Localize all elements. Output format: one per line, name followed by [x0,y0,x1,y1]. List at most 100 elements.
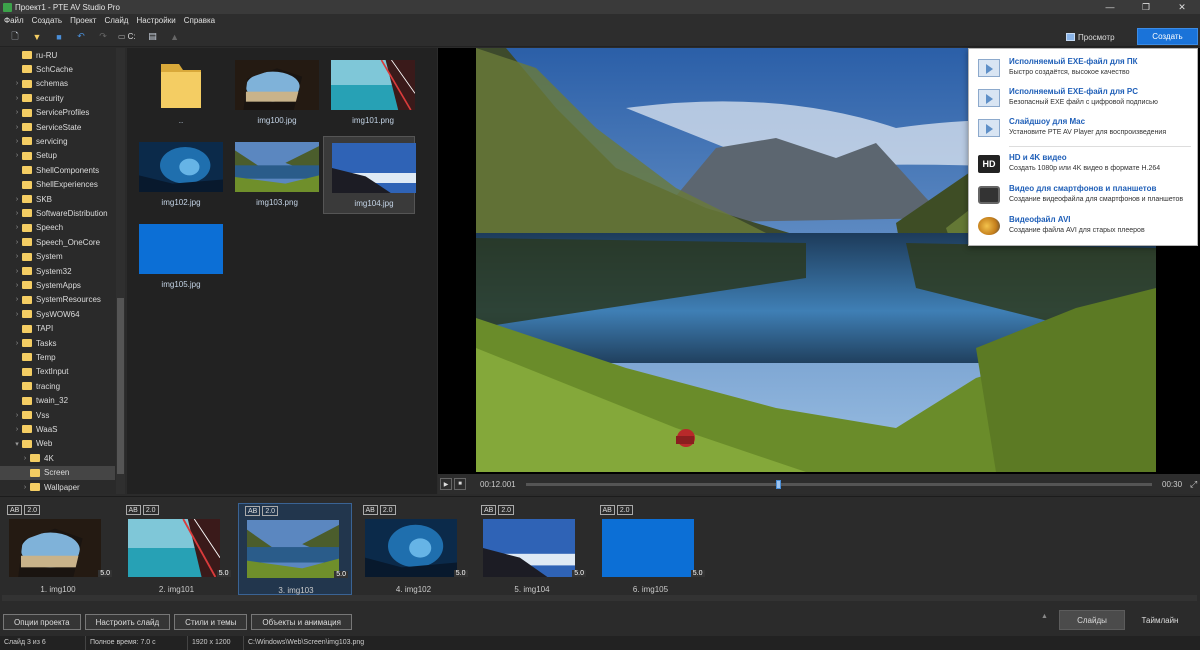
expand-arrow-icon[interactable]: › [12,80,22,87]
expand-arrow-icon[interactable]: › [12,340,22,347]
undo-icon[interactable]: ↶ [74,30,88,44]
slide-item[interactable]: AB 2.0 5.0 1. img100 [1,503,115,595]
minimize-button[interactable]: — [1092,0,1128,14]
file-item[interactable]: img104.jpg [323,136,416,214]
transition-badge[interactable]: 2.0 [24,505,41,515]
create-menu-item[interactable]: Исполняемый EXE-файл для ПК Быстро создаё… [969,53,1199,83]
slide-duration[interactable]: 5.0 [572,570,586,577]
tree-item[interactable]: › security [0,91,115,105]
create-button[interactable]: Создать [1137,28,1198,45]
create-menu-item[interactable]: HD HD и 4K видео Создать 1080p или 4K виде… [969,149,1199,179]
project-options-button[interactable]: Опции проекта [3,614,81,630]
menu-help[interactable]: Справка [184,16,215,25]
expand-arrow-icon[interactable]: › [12,282,22,289]
ab-badge[interactable]: AB [599,505,615,515]
slide-item[interactable]: AB 2.0 5.0 2. img101 [120,503,234,595]
expand-arrow-icon[interactable]: › [12,253,22,260]
transition-badge[interactable]: 2.0 [616,505,633,515]
tree-item[interactable]: › Setup [0,149,115,163]
tree-item[interactable]: › ServiceState [0,120,115,134]
slide-duration[interactable]: 5.0 [334,571,348,578]
slide-item[interactable]: AB 2.0 5.0 5. img104 [475,503,589,595]
preview-button[interactable]: Просмотр [1066,30,1130,44]
transition-badge[interactable]: 2.0 [142,505,159,515]
tree-item[interactable]: twain_32 [0,394,115,408]
ab-badge[interactable]: AB [362,505,378,515]
menu-create[interactable]: Создать [32,16,62,25]
tree-item[interactable]: › Vss [0,408,115,422]
expand-arrow-icon[interactable]: › [12,311,22,318]
create-menu-item[interactable]: Исполняемый EXE-файл для PC Безопасный EX… [969,83,1199,113]
view-mode-icon[interactable]: ▤ [146,30,160,44]
menu-settings[interactable]: Настройки [136,16,175,25]
tree-item[interactable]: › Wallpaper [0,480,115,494]
tree-item[interactable]: TextInput [0,365,115,379]
tree-scroll-thumb[interactable] [117,298,124,474]
redo-icon[interactable]: ↷ [96,30,110,44]
close-button[interactable]: ✕ [1164,0,1200,14]
seek-bar[interactable] [526,479,1152,489]
tree-scrollbar[interactable] [116,48,125,494]
tree-item[interactable]: Temp [0,350,115,364]
tree-item[interactable]: › ServiceProfiles [0,106,115,120]
up-arrow-icon[interactable]: ▲ [168,30,182,44]
tree-item[interactable]: › Speech_OneCore [0,235,115,249]
tree-item[interactable]: › SKB [0,192,115,206]
stop-button[interactable]: ■ [454,478,466,490]
tree-item[interactable]: ShellExperiences [0,178,115,192]
transition-badge[interactable]: 2.0 [262,506,279,516]
ab-badge[interactable]: AB [481,505,497,515]
slide-item[interactable]: AB 2.0 5.0 4. img102 [357,503,471,595]
slide-item[interactable]: AB 2.0 5.0 6. img105 [594,503,708,595]
tree-item[interactable]: Screen [0,465,115,480]
expand-arrow-icon[interactable]: › [20,484,30,491]
slide-options-button[interactable]: Настроить слайд [84,614,171,630]
ab-badge[interactable]: AB [125,505,141,515]
slide-duration[interactable]: 5.0 [453,570,468,577]
tree-item[interactable]: › System [0,250,115,264]
expand-arrow-icon[interactable]: › [12,296,22,303]
expand-arrow-icon[interactable]: › [12,224,22,231]
tree-item[interactable]: ▾ Web [0,437,115,451]
expand-arrow-icon[interactable]: › [12,268,22,275]
expand-arrow-icon[interactable]: › [12,152,22,159]
tree-item[interactable]: ShellComponents [0,163,115,177]
new-file-icon[interactable]: 🗋 [8,30,22,44]
menu-file[interactable]: Файл [4,16,24,25]
slide-duration[interactable]: 5.0 [216,570,231,577]
expand-arrow-icon[interactable]: › [12,239,22,246]
expand-arrow-icon[interactable]: › [12,138,22,145]
maximize-button[interactable]: ❐ [1128,0,1164,14]
seek-handle[interactable] [776,479,782,489]
tree-item[interactable]: SchCache [0,62,115,76]
file-item[interactable]: img100.jpg [227,54,319,132]
fullscreen-icon[interactable]: ⤢ [1190,479,1197,490]
tree-item[interactable]: › Tasks [0,336,115,350]
collapse-arrow-icon[interactable]: ▲ [1041,613,1048,620]
tree-item[interactable]: › SysWOW64 [0,307,115,321]
open-folder-icon[interactable]: ▼ [30,30,44,44]
tree-item[interactable]: › System32 [0,264,115,278]
tree-item[interactable]: › servicing [0,134,115,148]
tree-item[interactable]: › SystemApps [0,278,115,292]
slide-item[interactable]: AB 2.0 5.0 3. img103 [238,503,352,595]
expand-arrow-icon[interactable]: ▾ [12,440,22,448]
expand-arrow-icon[interactable]: › [12,426,22,433]
file-item[interactable]: img101.png [323,54,416,132]
tab-timeline[interactable]: Таймлайн [1127,610,1193,630]
menu-project[interactable]: Проект [70,16,96,25]
tree-item[interactable]: › Speech [0,221,115,235]
expand-arrow-icon[interactable]: › [12,196,22,203]
tree-item[interactable]: TAPI [0,322,115,336]
tree-item[interactable]: › 4K [0,451,115,465]
timeline-scrollbar[interactable] [2,595,1197,601]
file-item[interactable]: img102.jpg [131,136,223,214]
save-icon[interactable]: ■ [52,30,66,44]
expand-arrow-icon[interactable]: › [12,95,22,102]
file-item[interactable]: img103.png [227,136,319,214]
ab-badge[interactable]: AB [245,506,261,516]
file-item[interactable]: img105.jpg [131,218,223,296]
file-item[interactable]: .. [131,54,223,132]
expand-arrow-icon[interactable]: › [12,210,22,217]
expand-arrow-icon[interactable]: › [20,455,30,462]
